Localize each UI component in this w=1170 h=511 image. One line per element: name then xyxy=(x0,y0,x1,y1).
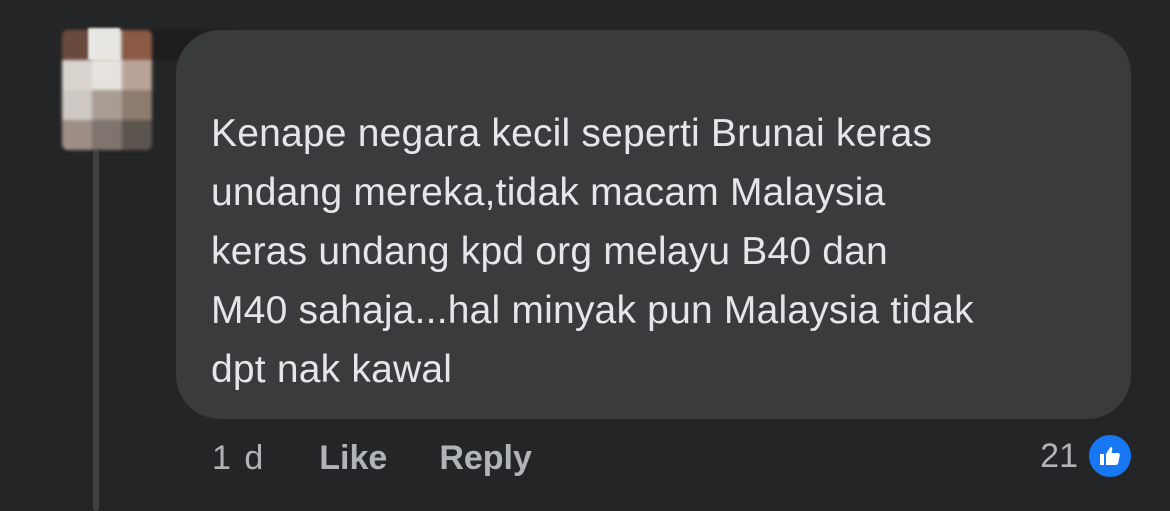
comment-actions: 1 d Like Reply xyxy=(212,436,532,480)
thumbs-up-icon xyxy=(1086,432,1134,480)
comment-thread: Kenape negara kecil seperti Brunai keras… xyxy=(0,0,1170,511)
reaction-summary[interactable]: 21 xyxy=(1040,432,1134,480)
thread-line xyxy=(93,150,99,511)
reply-button[interactable]: Reply xyxy=(439,439,532,478)
comment-timestamp[interactable]: 1 d xyxy=(212,439,265,478)
comment-bubble: Kenape negara kecil seperti Brunai keras… xyxy=(176,30,1131,419)
reaction-count: 21 xyxy=(1040,436,1078,475)
like-button[interactable]: Like xyxy=(319,439,387,478)
avatar-highlight xyxy=(88,28,120,60)
comment-text: Kenape negara kecil seperti Brunai keras… xyxy=(211,112,974,391)
